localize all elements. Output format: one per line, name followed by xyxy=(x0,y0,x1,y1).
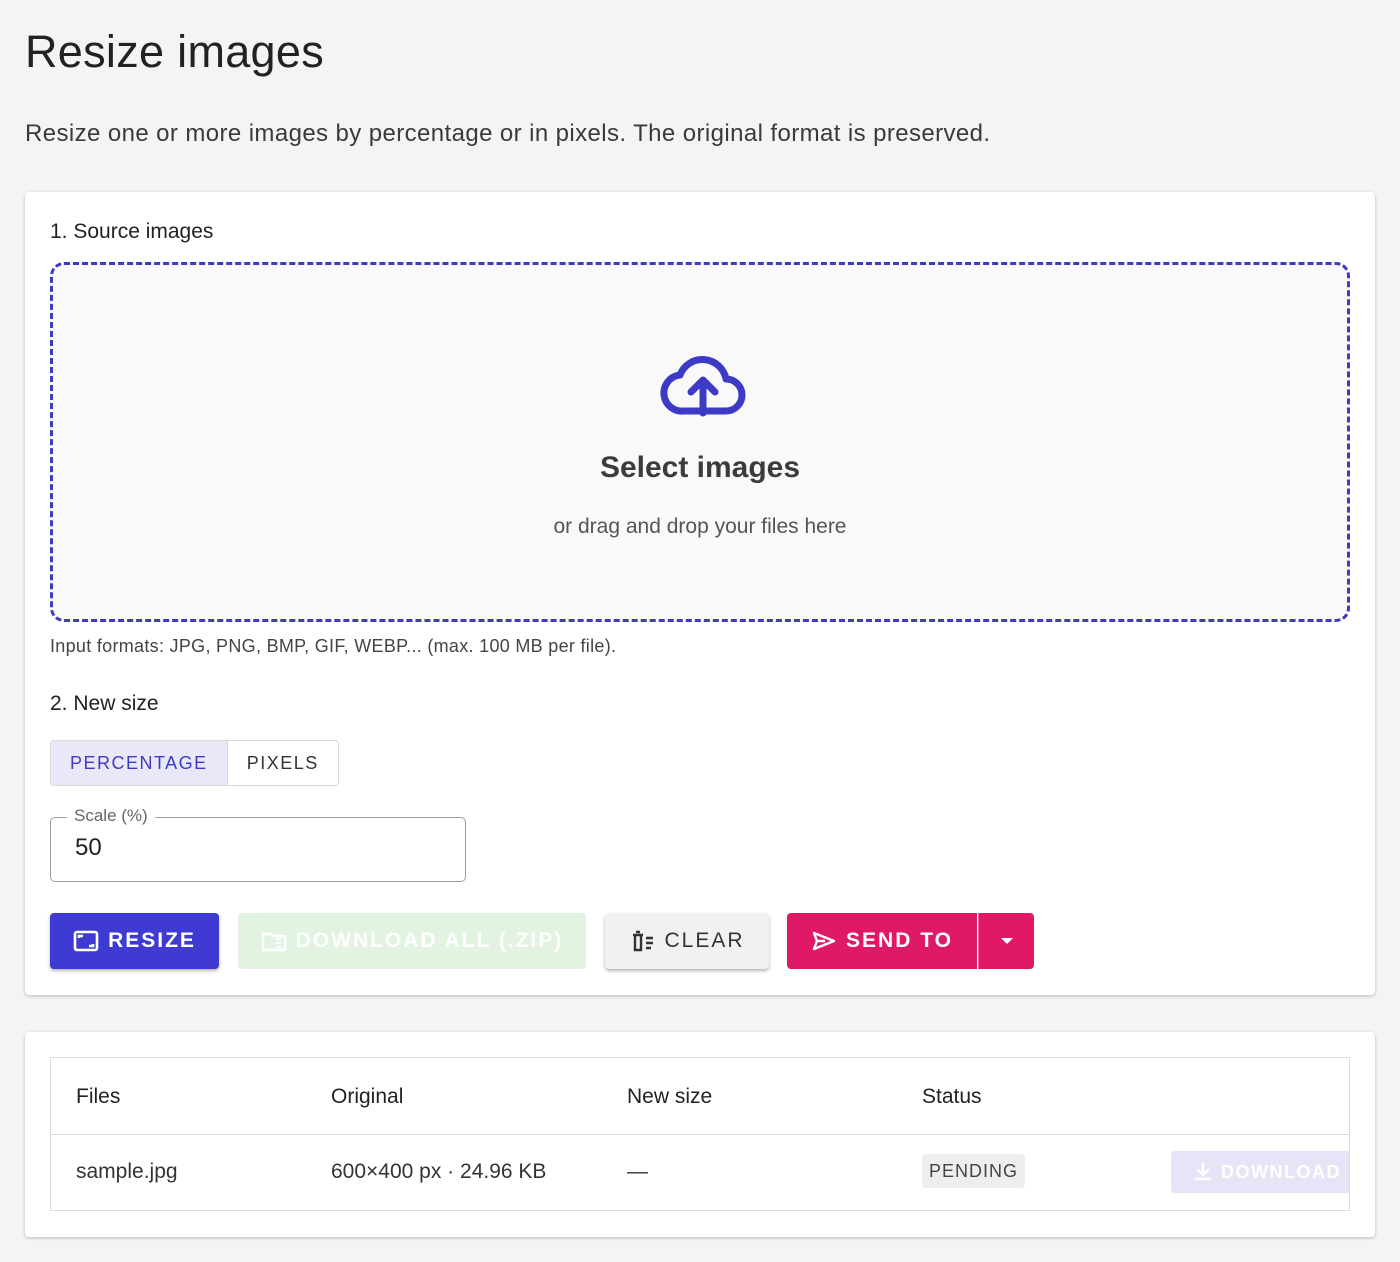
column-header-original: Original xyxy=(331,1085,404,1108)
resize-label: RESIZE xyxy=(108,929,196,952)
size-mode-toggle: PERCENTAGE PIXELS xyxy=(50,740,339,786)
download-icon xyxy=(1194,1162,1212,1181)
results-table: Files Original New size Status sample.jp… xyxy=(50,1057,1350,1211)
results-card: Files Original New size Status sample.jp… xyxy=(25,1032,1375,1237)
caret-down-icon xyxy=(1000,938,1013,944)
send-icon xyxy=(812,931,836,951)
input-formats-hint: Input formats: JPG, PNG, BMP, GIF, WEBP.… xyxy=(50,636,617,656)
image-dropzone[interactable]: Select images or drag and drop your file… xyxy=(50,262,1350,622)
cloud-upload-icon xyxy=(660,356,746,417)
column-header-new-size: New size xyxy=(627,1085,713,1108)
row-download-label: DOWNLOAD xyxy=(1221,1161,1341,1182)
clear-label: CLEAR xyxy=(664,929,745,952)
clear-all-icon xyxy=(633,930,654,952)
size-section-title: 2. New size xyxy=(50,692,159,715)
page-description: Resize one or more images by percentage … xyxy=(25,120,991,147)
percentage-mode-button[interactable]: PERCENTAGE xyxy=(51,741,228,785)
send-to-label: SEND TO xyxy=(846,929,953,952)
source-section-title: 1. Source images xyxy=(50,220,214,243)
new-size-cell: — xyxy=(627,1160,648,1183)
download-all-button[interactable]: DOWNLOAD ALL (.ZIP) xyxy=(238,913,586,969)
settings-card: 1. Source images Select images or drag a… xyxy=(25,192,1375,995)
send-to-menu-button[interactable] xyxy=(978,913,1034,969)
original-size-cell: 600×400 px · 24.96 KB xyxy=(331,1160,547,1183)
scale-field: Scale (%) xyxy=(50,806,466,882)
row-download-button[interactable]: DOWNLOAD xyxy=(1171,1151,1349,1193)
page-title: Resize images xyxy=(25,26,325,77)
download-all-label: DOWNLOAD ALL (.ZIP) xyxy=(295,929,564,952)
folder-zip-icon xyxy=(261,932,286,952)
scale-input[interactable] xyxy=(75,834,435,862)
clear-button[interactable]: CLEAR xyxy=(605,913,769,969)
status-badge: PENDING xyxy=(922,1154,1026,1188)
resize-button[interactable]: RESIZE xyxy=(50,913,219,969)
resize-icon xyxy=(73,930,99,952)
column-header-status: Status xyxy=(922,1085,982,1108)
send-to-button[interactable]: SEND TO xyxy=(787,913,977,969)
dropzone-title: Select images xyxy=(599,451,801,484)
scale-label: Scale (%) xyxy=(67,806,155,826)
dropzone-subtitle: or drag and drop your files here xyxy=(553,515,847,538)
pixels-mode-button[interactable]: PIXELS xyxy=(227,741,338,785)
file-name-cell: sample.jpg xyxy=(76,1160,178,1183)
row-divider xyxy=(51,1134,1349,1135)
column-header-files: Files xyxy=(76,1085,121,1108)
